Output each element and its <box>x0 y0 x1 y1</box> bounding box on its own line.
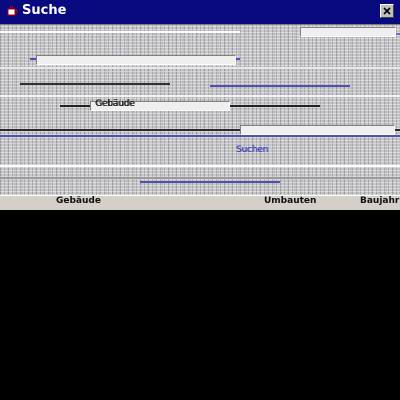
title-bar[interactable]: Suche <box>0 0 400 25</box>
close-icon <box>383 7 391 15</box>
streak <box>20 83 170 85</box>
search-form-area: Suchen Gebäude Gebäude Umbauten Baujahr <box>0 25 400 210</box>
streak <box>0 67 400 69</box>
column-header-year[interactable]: Baujahr <box>360 196 399 210</box>
search-field[interactable] <box>300 27 396 37</box>
window-title: Suche <box>22 3 67 18</box>
java-cup-icon <box>7 5 18 16</box>
search-field[interactable] <box>240 125 395 135</box>
search-window: Suche Suchen Gebäude Gebäude Umbauten Ba… <box>0 0 400 210</box>
close-button[interactable] <box>380 4 394 18</box>
streak <box>0 135 400 137</box>
streak <box>0 165 400 167</box>
column-header-renovations[interactable]: Umbauten <box>264 196 316 210</box>
streak <box>0 177 400 179</box>
streak <box>0 31 240 33</box>
streak <box>210 85 350 87</box>
column-header-building[interactable]: Gebäude <box>56 196 101 210</box>
streak <box>140 181 280 183</box>
streak <box>0 95 400 97</box>
search-field[interactable] <box>36 55 236 65</box>
field-label-building: Gebäude <box>95 99 135 109</box>
search-button[interactable]: Suchen <box>236 145 268 155</box>
